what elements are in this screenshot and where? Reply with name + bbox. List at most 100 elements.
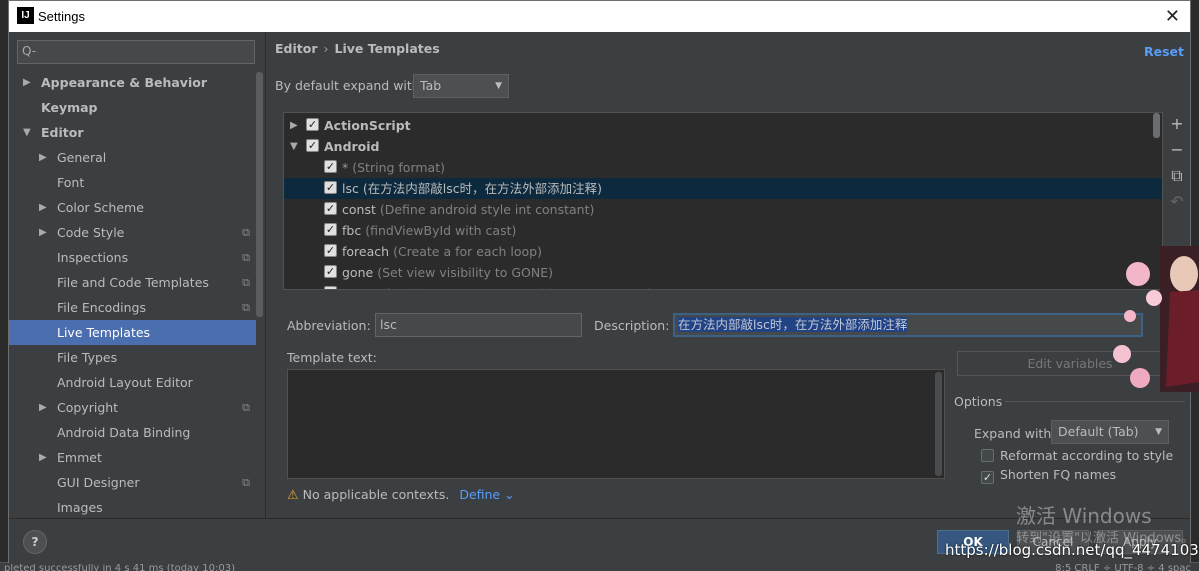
sidebar-item-label: GUI Designer xyxy=(57,475,140,490)
sidebar-item-emmet[interactable]: ▶ Emmet xyxy=(9,445,256,470)
template-name: foreach xyxy=(342,244,390,259)
sidebar-item-keymap[interactable]: Keymap xyxy=(9,95,256,120)
chevron-right-icon[interactable]: ▶ xyxy=(290,115,298,136)
intellij-app-icon: IJ xyxy=(17,7,34,24)
reformat-checkbox[interactable] xyxy=(981,449,994,462)
chevron-right-icon[interactable]: ▶ xyxy=(39,145,47,170)
default-expand-label: By default expand with xyxy=(275,78,420,93)
template-row[interactable]: ✓ IntentView (Creates an Intent with ACTIO… xyxy=(284,283,1162,289)
template-row[interactable]: ✓ foreach (Create a for each loop) xyxy=(284,241,1162,262)
sidebar-item-images[interactable]: Images xyxy=(9,495,256,520)
template-row[interactable]: ✓ lsc (在方法内部敲lsc时，在方法外部添加注释) xyxy=(284,178,1162,199)
help-button[interactable]: ? xyxy=(23,530,47,554)
template-enabled-checkbox[interactable]: ✓ xyxy=(306,139,319,152)
template-group-row[interactable]: ▶ ✓ ActionScript xyxy=(284,115,1162,136)
title-bar: IJ Settings ✕ xyxy=(9,1,1190,32)
edit-variables-button[interactable]: Edit variables xyxy=(957,351,1183,376)
template-row[interactable]: ✓ fbc (findViewById with cast) xyxy=(284,220,1162,241)
sidebar-item-android-layout-editor[interactable]: Android Layout Editor xyxy=(9,370,256,395)
settings-sidebar: Q- ▶ Appearance & Behavior Keymap ▼ Editor ▶ G… xyxy=(9,32,266,518)
no-contexts-text: No applicable contexts. xyxy=(302,487,450,502)
template-enabled-checkbox[interactable]: ✓ xyxy=(324,286,337,289)
copy-icon[interactable]: ⧉ xyxy=(1167,166,1187,192)
restore-icon[interactable]: ↶ xyxy=(1167,192,1187,218)
sidebar-item-label: File Types xyxy=(57,350,118,365)
ide-status-right: 8:5 CRLF ÷ UTF-8 ÷ 4 spac xyxy=(1055,563,1191,571)
sidebar-scrollbar[interactable] xyxy=(256,72,263,317)
shorten-fq-option[interactable]: ✓ Shorten FQ names xyxy=(981,467,1116,484)
reformat-option[interactable]: Reformat according to style xyxy=(981,448,1173,463)
template-name: IntentView xyxy=(342,286,409,289)
sidebar-item-appearance-behavior[interactable]: ▶ Appearance & Behavior xyxy=(9,70,256,95)
chevron-down-icon: ⌄ xyxy=(504,487,515,502)
sidebar-item-live-templates[interactable]: Live Templates xyxy=(9,320,256,345)
sidebar-item-general[interactable]: ▶ General xyxy=(9,145,256,170)
template-description: (Creates an Intent with ACTION_VIEW) xyxy=(413,286,652,289)
define-contexts-link[interactable]: Define ⌄ xyxy=(459,487,514,502)
description-input[interactable]: 在方法内部敲lsc时，在方法外部添加注释 xyxy=(673,313,1143,337)
sidebar-item-label: Android Layout Editor xyxy=(57,375,193,390)
settings-search-input[interactable]: Q- xyxy=(17,40,255,64)
sidebar-item-file-types[interactable]: File Types xyxy=(9,345,256,370)
sidebar-item-label: File Encodings xyxy=(57,300,147,315)
abbreviation-input[interactable]: lsc xyxy=(375,313,582,337)
options-divider xyxy=(1005,401,1185,402)
description-label: Description: xyxy=(594,318,670,333)
sidebar-item-inspections[interactable]: Inspections ⧉ xyxy=(9,245,256,270)
template-enabled-checkbox[interactable]: ✓ xyxy=(324,202,337,215)
template-group-row[interactable]: ▼ ✓ Android xyxy=(284,136,1162,157)
chevron-down-icon: ▼ xyxy=(1155,427,1162,437)
description-value: 在方法内部敲lsc时，在方法外部添加注释 xyxy=(678,317,908,332)
sidebar-item-file-encodings[interactable]: File Encodings ⧉ xyxy=(9,295,256,320)
chevron-right-icon[interactable]: ▶ xyxy=(23,70,31,95)
sidebar-item-file-and-code-templates[interactable]: File and Code Templates ⧉ xyxy=(9,270,256,295)
breadcrumb-parent: Editor xyxy=(275,41,318,56)
template-list[interactable]: ▶ ✓ ActionScript ▼ ✓ Android ✓ * (String format)… xyxy=(283,112,1163,290)
chevron-down-icon[interactable]: ▼ xyxy=(23,120,31,145)
close-icon[interactable]: ✕ xyxy=(1165,6,1180,27)
remove-icon[interactable]: − xyxy=(1167,140,1187,166)
sidebar-item-code-style[interactable]: ▶ Code Style ⧉ xyxy=(9,220,256,245)
template-text-scrollbar[interactable] xyxy=(935,372,942,476)
template-name: ActionScript xyxy=(324,118,411,133)
sidebar-item-label: Keymap xyxy=(41,100,98,115)
template-row[interactable]: ✓ const (Define android style int constant… xyxy=(284,199,1162,220)
chevron-right-icon[interactable]: ▶ xyxy=(39,395,47,420)
sidebar-item-copyright[interactable]: ▶ Copyright ⧉ xyxy=(9,395,256,420)
sidebar-item-label: Android Data Binding xyxy=(57,425,191,440)
template-name: gone xyxy=(342,265,374,280)
sidebar-item-gui-designer[interactable]: GUI Designer ⧉ xyxy=(9,470,256,495)
template-list-toolbar: + − ⧉ ↶ xyxy=(1167,114,1187,218)
expand-with-select[interactable]: Default (Tab) ▼ xyxy=(1051,420,1169,444)
template-text-editor[interactable] xyxy=(287,369,945,479)
shorten-fq-checkbox[interactable]: ✓ xyxy=(981,471,994,484)
shorten-fq-label: Shorten FQ names xyxy=(1000,467,1117,482)
breadcrumb-separator: › xyxy=(323,41,329,56)
sidebar-item-font[interactable]: Font xyxy=(9,170,256,195)
sidebar-item-label: Color Scheme xyxy=(57,200,144,215)
template-enabled-checkbox[interactable]: ✓ xyxy=(324,181,337,194)
add-icon[interactable]: + xyxy=(1167,114,1187,140)
sidebar-item-color-scheme[interactable]: ▶ Color Scheme xyxy=(9,195,256,220)
sidebar-item-label: Code Style xyxy=(57,225,125,240)
chevron-right-icon[interactable]: ▶ xyxy=(39,445,47,470)
template-row[interactable]: ✓ gone (Set view visibility to GONE) xyxy=(284,262,1162,283)
sidebar-item-label: Images xyxy=(57,500,103,515)
template-enabled-checkbox[interactable]: ✓ xyxy=(324,244,337,257)
default-expand-select[interactable]: Tab ▼ xyxy=(413,74,509,98)
reset-link[interactable]: Reset xyxy=(1144,44,1184,59)
template-enabled-checkbox[interactable]: ✓ xyxy=(306,118,319,131)
sidebar-item-android-data-binding[interactable]: Android Data Binding xyxy=(9,420,256,445)
sidebar-item-label: File and Code Templates xyxy=(57,275,209,290)
expand-with-value: Default (Tab) xyxy=(1058,424,1139,439)
template-enabled-checkbox[interactable]: ✓ xyxy=(324,265,337,278)
sidebar-item-editor[interactable]: ▼ Editor xyxy=(9,120,256,145)
breadcrumb: Editor › Live Templates xyxy=(275,41,440,56)
template-description: (在方法内部敲lsc时，在方法外部添加注释) xyxy=(362,181,602,196)
chevron-right-icon[interactable]: ▶ xyxy=(39,220,47,245)
template-enabled-checkbox[interactable]: ✓ xyxy=(324,223,337,236)
template-enabled-checkbox[interactable]: ✓ xyxy=(324,160,337,173)
chevron-down-icon[interactable]: ▼ xyxy=(290,136,298,157)
template-row[interactable]: ✓ * (String format) xyxy=(284,157,1162,178)
chevron-right-icon[interactable]: ▶ xyxy=(39,195,47,220)
